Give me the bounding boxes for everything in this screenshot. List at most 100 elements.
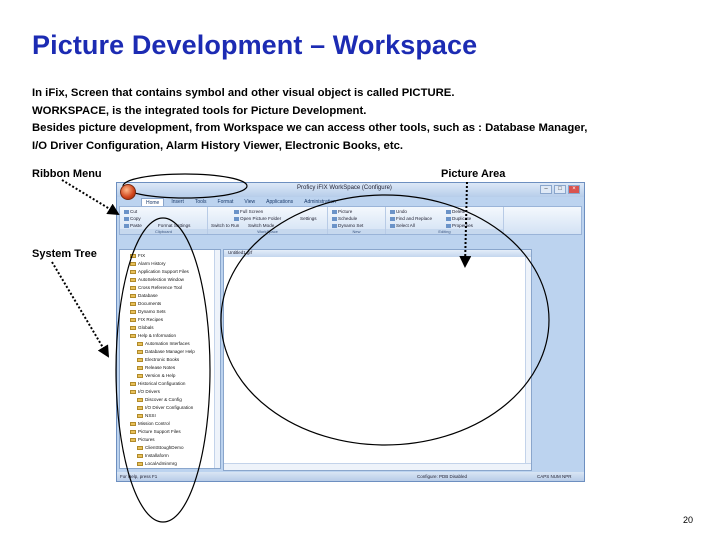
folder-icon xyxy=(137,413,143,418)
tree-item[interactable]: Historical Configuration xyxy=(130,380,186,388)
folder-icon xyxy=(130,333,136,338)
window-controls: – □ × xyxy=(540,185,580,194)
status-mode: Configure: PDB Disabled xyxy=(417,474,468,479)
folder-icon xyxy=(130,293,136,298)
tree-item[interactable]: Installaform xyxy=(137,452,169,460)
format-settings-button[interactable]: Format Settings xyxy=(158,223,190,228)
body-line: I/O Driver Configuration, Alarm History … xyxy=(32,139,404,152)
tree-item[interactable]: I/O Driver Configuration xyxy=(137,404,193,412)
tree-item[interactable]: Dynamo Sets xyxy=(130,308,166,316)
paste-button[interactable]: Paste xyxy=(124,223,142,228)
ribbon-callout-arrow xyxy=(61,179,120,216)
system-tree[interactable]: FIX Alarm History Application Support File… xyxy=(119,249,221,469)
new-picture-button[interactable]: Picture xyxy=(332,209,352,214)
tree-item[interactable]: I/O Drivers xyxy=(130,388,160,396)
workspace-titlebar: Proficy iFIX WorkSpace (Configure) – □ × xyxy=(117,183,584,200)
tree-item-label: LocalAdminmrg xyxy=(145,461,177,466)
tree-item-label: Documents xyxy=(138,301,162,306)
workspace-window: Proficy iFIX WorkSpace (Configure) – □ ×… xyxy=(116,182,585,482)
switch-to-run-button[interactable]: Switch to Run xyxy=(211,223,239,228)
tree-item-label: Dynamo Sets xyxy=(138,309,166,314)
delete-button[interactable]: Delete xyxy=(446,209,465,214)
picture-area[interactable]: Untitled1.grf xyxy=(223,249,532,471)
tree-item[interactable]: FIX Recipes xyxy=(130,316,163,324)
tree-item[interactable]: Picture Support Files xyxy=(130,428,181,436)
tree-item-label: Help & Information xyxy=(138,333,177,338)
picture-horizontal-scrollbar[interactable] xyxy=(224,463,531,470)
tree-item-label: ClientStoughDemo xyxy=(145,445,184,450)
tree-item[interactable]: NSSI xyxy=(137,412,156,420)
new-dynamo-set-button[interactable]: Dynamo Set xyxy=(332,223,363,228)
tree-item-label: Globals xyxy=(138,325,154,330)
tree-item[interactable]: Alarm History xyxy=(130,260,166,268)
tree-item[interactable]: Pictures xyxy=(130,436,155,444)
picture-tab[interactable]: Untitled1.grf xyxy=(224,250,531,257)
copy-button[interactable]: Copy xyxy=(124,216,141,221)
tree-item[interactable]: AutoSelection Window xyxy=(130,276,184,284)
tree-item-label: Discover & Config xyxy=(145,397,182,402)
status-bar: For Help, press F1 Configure: PDB Disabl… xyxy=(117,472,584,481)
tree-item[interactable]: ClientStoughDemo xyxy=(137,444,184,452)
callout-system-tree: System Tree xyxy=(32,248,97,260)
tree-item-label: Electronic Books xyxy=(145,357,180,362)
tree-item-label: Database xyxy=(138,293,158,298)
body-line: In iFix, Screen that contains symbol and… xyxy=(32,87,455,99)
tree-item[interactable]: Discover & Config xyxy=(137,396,182,404)
select-all-button[interactable]: Select All xyxy=(390,223,415,228)
switch-mode-dropdown[interactable]: Switch Mode xyxy=(248,223,274,228)
tree-item[interactable]: LocalAdminmrg xyxy=(137,460,177,468)
tree-item[interactable]: Release Notes xyxy=(137,364,175,372)
page-number: 20 xyxy=(683,515,694,525)
tree-item[interactable]: Version & Help xyxy=(137,372,175,380)
folder-icon xyxy=(130,285,136,290)
folder-icon xyxy=(137,341,143,346)
ribbon-group-label: Editing xyxy=(386,229,503,234)
properties-button[interactable]: Properties xyxy=(446,223,473,228)
body-text: In iFix, Screen that contains symbol and… xyxy=(32,85,702,155)
folder-icon xyxy=(130,429,136,434)
maximize-icon[interactable]: □ xyxy=(554,185,566,194)
tree-scrollbar[interactable] xyxy=(214,250,220,468)
undo-button[interactable]: Undo xyxy=(390,209,407,214)
folder-icon xyxy=(137,445,143,450)
slide-title: Picture Development – Workspace xyxy=(32,30,478,60)
folder-icon xyxy=(130,269,136,274)
cut-button[interactable]: Cut xyxy=(124,209,137,214)
tree-item[interactable]: Mission Control xyxy=(130,420,170,428)
ribbon-group-clipboard: Cut Copy Paste Format Settings Clipboard xyxy=(120,207,208,234)
folder-icon xyxy=(130,421,136,426)
folder-icon xyxy=(130,381,136,386)
tree-item[interactable]: Application Support Files xyxy=(130,268,189,276)
settings-button[interactable]: Settings xyxy=(300,216,317,221)
tree-item[interactable]: FIX xyxy=(130,252,145,260)
ribbon-group-label: WorkSpace xyxy=(208,229,327,234)
new-schedule-button[interactable]: Schedule xyxy=(332,216,357,221)
minimize-icon[interactable]: – xyxy=(540,185,552,194)
picture-vertical-scrollbar[interactable] xyxy=(525,257,531,464)
ribbon-group-label: Clipboard xyxy=(120,229,207,234)
close-icon[interactable]: × xyxy=(568,185,580,194)
callout-ribbon-menu: Ribbon Menu xyxy=(32,168,102,180)
tree-item[interactable]: Documents xyxy=(130,300,161,308)
tree-item[interactable]: Globals xyxy=(130,324,154,332)
workspace-title: Proficy iFIX WorkSpace (Configure) xyxy=(297,185,392,191)
open-picture-folder-button[interactable]: Open Picture Folder xyxy=(234,216,281,221)
folder-icon xyxy=(130,325,136,330)
tree-item-label: Historical Configuration xyxy=(138,381,186,386)
tree-item[interactable]: Automation Interfaces xyxy=(137,340,190,348)
folder-icon xyxy=(137,373,143,378)
find-replace-button[interactable]: Find and Replace xyxy=(390,216,432,221)
tree-item[interactable]: Cross Reference Tool xyxy=(130,284,182,292)
ribbon-group-editing: Undo Find and Replace Select All Delete … xyxy=(386,207,504,234)
folder-icon xyxy=(130,261,136,266)
folder-icon xyxy=(130,317,136,322)
tree-item[interactable]: Database xyxy=(130,292,158,300)
tree-item[interactable]: Database Manager Help xyxy=(137,348,195,356)
duplicate-button[interactable]: Duplicate xyxy=(446,216,471,221)
tree-item-label: FIX Recipes xyxy=(138,317,164,322)
full-screen-button[interactable]: Full Screen xyxy=(234,209,263,214)
tree-item[interactable]: Electronic Books xyxy=(137,356,179,364)
tree-item[interactable]: Help & Information xyxy=(130,332,176,340)
application-orb-icon[interactable] xyxy=(120,184,136,200)
folder-icon xyxy=(137,461,143,466)
